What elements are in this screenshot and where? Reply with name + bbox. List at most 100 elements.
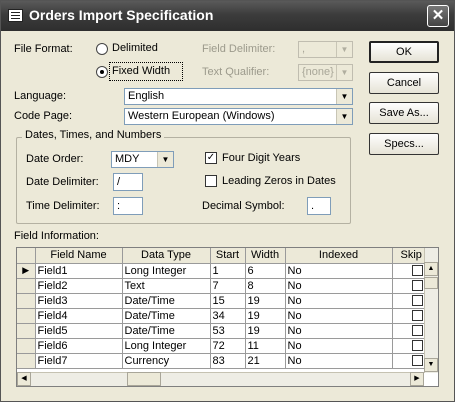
width-cell[interactable]: 19 (245, 308, 286, 324)
skip-checkbox[interactable] (411, 355, 423, 367)
row-selector[interactable] (17, 353, 36, 369)
cancel-button[interactable]: Cancel (369, 72, 439, 94)
specs-button[interactable]: Specs... (369, 133, 439, 155)
column-header[interactable]: Width (245, 248, 286, 264)
data-type-cell[interactable]: Date/Time (122, 308, 211, 324)
width-cell[interactable]: 21 (245, 353, 286, 369)
field-information-grid[interactable]: Field Name Data Type Start Width Indexed… (16, 247, 439, 387)
start-cell[interactable]: 83 (210, 353, 246, 369)
column-header[interactable]: Start (210, 248, 246, 264)
text-qualifier-combo[interactable]: {none} ▼ (298, 64, 353, 81)
scroll-thumb[interactable] (424, 277, 438, 289)
row-selector[interactable]: ▶ (17, 263, 36, 279)
data-type-cell[interactable]: Long Integer (122, 263, 211, 279)
horizontal-scroll-thumb[interactable] (127, 372, 161, 386)
column-header[interactable]: Data Type (122, 248, 211, 264)
column-header[interactable]: Indexed (285, 248, 393, 264)
data-type-cell[interactable]: Date/Time (122, 323, 211, 339)
row-selector[interactable] (17, 338, 36, 354)
data-type-cell[interactable]: Date/Time (122, 293, 211, 309)
column-header[interactable]: Field Name (35, 248, 123, 264)
skip-checkbox[interactable] (411, 280, 423, 292)
scroll-down-icon[interactable]: ▼ (424, 358, 438, 372)
data-type-cell[interactable]: Currency (122, 353, 211, 369)
width-cell[interactable]: 8 (245, 278, 286, 294)
skip-checkbox[interactable] (411, 295, 423, 307)
decimal-symbol-field[interactable]: . (307, 197, 331, 215)
skip-checkbox[interactable] (411, 310, 423, 322)
delimited-radio[interactable] (96, 43, 108, 55)
title-bar[interactable]: Orders Import Specification ✕ (1, 1, 454, 31)
start-cell[interactable]: 34 (210, 308, 246, 324)
field-delimiter-combo[interactable]: , ▼ (298, 41, 353, 58)
table-row[interactable]: Field4 Date/Time 34 19 No (17, 308, 438, 324)
scroll-up-icon[interactable]: ▲ (424, 262, 438, 276)
start-cell[interactable]: 53 (210, 323, 246, 339)
row-selector[interactable] (17, 323, 36, 339)
horizontal-scrollbar[interactable]: ◀ ▶ (17, 372, 424, 386)
indexed-cell[interactable]: No (285, 353, 393, 369)
fixed-width-radio[interactable] (96, 66, 108, 78)
field-name-cell[interactable]: Field2 (35, 278, 123, 294)
skip-checkbox[interactable] (411, 265, 423, 277)
table-row[interactable]: Field6 Long Integer 72 11 No (17, 338, 438, 354)
indexed-cell[interactable]: No (285, 323, 393, 339)
field-name-cell[interactable]: Field7 (35, 353, 123, 369)
start-cell[interactable]: 1 (210, 263, 246, 279)
field-name-cell[interactable]: Field1 (35, 263, 123, 279)
chevron-down-icon[interactable]: ▼ (336, 89, 352, 104)
language-label: Language: (14, 90, 66, 102)
chevron-down-icon[interactable]: ▼ (336, 109, 352, 124)
skip-checkbox[interactable] (411, 340, 423, 352)
start-cell[interactable]: 15 (210, 293, 246, 309)
start-cell[interactable]: 72 (210, 338, 246, 354)
scroll-left-icon[interactable]: ◀ (17, 372, 31, 386)
chevron-down-icon[interactable]: ▼ (336, 65, 352, 80)
field-name-cell[interactable]: Field5 (35, 323, 123, 339)
width-cell[interactable]: 6 (245, 263, 286, 279)
chevron-down-icon[interactable]: ▼ (336, 42, 352, 57)
indexed-cell[interactable]: No (285, 293, 393, 309)
scroll-right-icon[interactable]: ▶ (410, 372, 424, 386)
width-cell[interactable]: 11 (245, 338, 286, 354)
four-digit-years-checkbox[interactable]: ✓ (205, 152, 217, 164)
leading-zeros-checkbox[interactable] (205, 175, 217, 187)
delimited-radio-label[interactable]: Delimited (112, 42, 158, 54)
row-selector[interactable] (17, 278, 36, 294)
close-button[interactable]: ✕ (427, 5, 449, 27)
language-combo[interactable]: English ▼ (124, 88, 353, 105)
table-row[interactable]: Field2 Text 7 8 No (17, 278, 438, 294)
row-selector[interactable] (17, 293, 36, 309)
ok-button[interactable]: OK (369, 41, 439, 63)
table-row[interactable]: Field5 Date/Time 53 19 No (17, 323, 438, 339)
start-cell[interactable]: 7 (210, 278, 246, 294)
row-selector[interactable] (17, 308, 36, 324)
data-type-cell[interactable]: Text (122, 278, 211, 294)
time-delimiter-field[interactable]: : (113, 197, 143, 215)
fixed-width-radio-label[interactable]: Fixed Width (112, 65, 170, 77)
indexed-cell[interactable]: No (285, 278, 393, 294)
four-digit-years-label[interactable]: Four Digit Years (222, 152, 300, 164)
field-name-cell[interactable]: Field6 (35, 338, 123, 354)
table-row[interactable]: ▶ Field1 Long Integer 1 6 No (17, 263, 438, 279)
indexed-cell[interactable]: No (285, 308, 393, 324)
leading-zeros-label[interactable]: Leading Zeros in Dates (222, 175, 336, 187)
field-name-cell[interactable]: Field4 (35, 308, 123, 324)
width-cell[interactable]: 19 (245, 323, 286, 339)
table-row[interactable]: Field7 Currency 83 21 No (17, 353, 438, 369)
chevron-down-icon[interactable]: ▼ (157, 152, 173, 167)
indexed-cell[interactable]: No (285, 338, 393, 354)
code-page-combo[interactable]: Western European (Windows) ▼ (124, 108, 353, 125)
width-cell[interactable]: 19 (245, 293, 286, 309)
field-name-cell[interactable]: Field3 (35, 293, 123, 309)
date-order-combo[interactable]: MDY ▼ (111, 151, 174, 168)
window-title: Orders Import Specification (29, 7, 214, 23)
save-as-button[interactable]: Save As... (369, 102, 439, 124)
field-information-label: Field Information: (14, 230, 99, 242)
indexed-cell[interactable]: No (285, 263, 393, 279)
vertical-scrollbar[interactable]: ▲ ▼ (424, 248, 438, 373)
table-row[interactable]: Field3 Date/Time 15 19 No (17, 293, 438, 309)
data-type-cell[interactable]: Long Integer (122, 338, 211, 354)
date-delimiter-field[interactable]: / (113, 173, 143, 191)
skip-checkbox[interactable] (411, 325, 423, 337)
